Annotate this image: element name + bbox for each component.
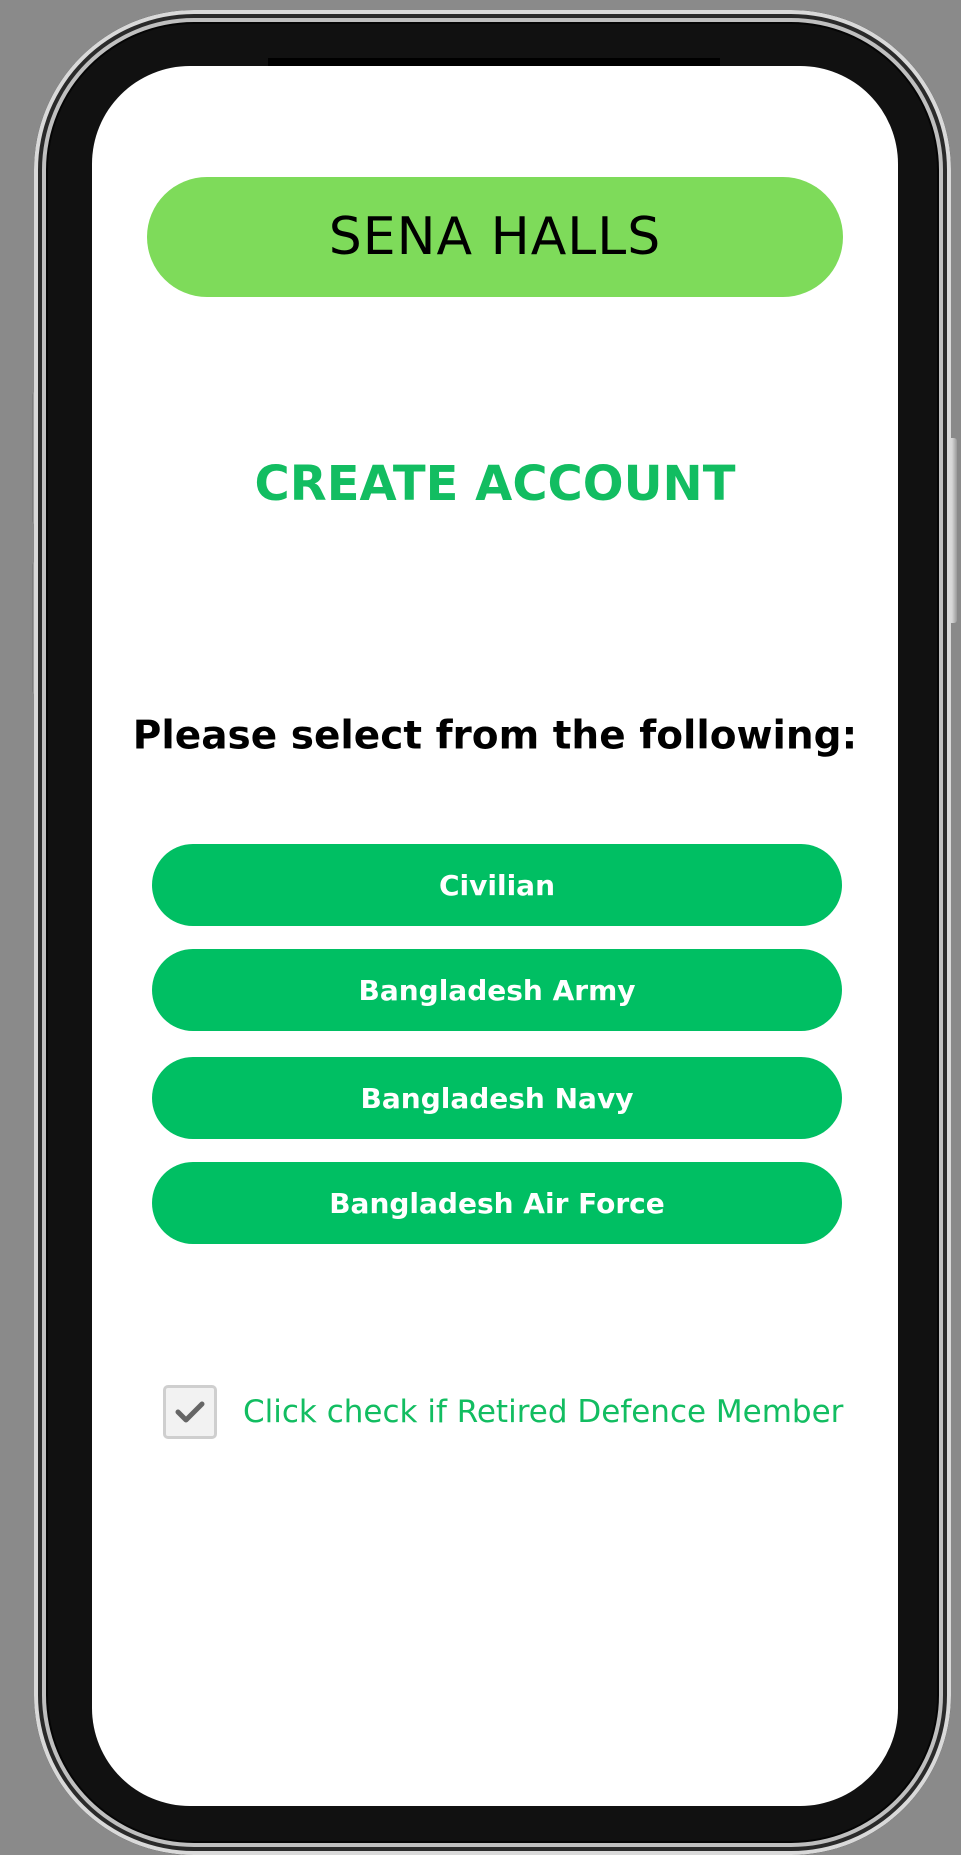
page-title: CREATE ACCOUNT xyxy=(254,456,736,512)
brand-title: SENA HALLS xyxy=(328,207,662,267)
device-stage: SENA HALLS CREATE ACCOUNT Please select … xyxy=(0,0,961,1855)
retired-member-label: Click check if Retired Defence Member xyxy=(243,1394,844,1430)
check-icon xyxy=(175,1401,205,1423)
retired-member-row: Click check if Retired Defence Member xyxy=(163,1385,843,1439)
selection-prompt: Please select from the following: xyxy=(132,713,858,759)
brand-header: SENA HALLS xyxy=(147,177,843,297)
civilian-button[interactable]: Civilian xyxy=(152,844,842,926)
retired-member-checkbox[interactable] xyxy=(163,1385,217,1439)
bangladesh-army-button[interactable]: Bangladesh Army xyxy=(152,949,842,1031)
bangladesh-air-force-button[interactable]: Bangladesh Air Force xyxy=(152,1162,842,1244)
bangladesh-navy-button[interactable]: Bangladesh Navy xyxy=(152,1057,842,1139)
app-screen: SENA HALLS CREATE ACCOUNT Please select … xyxy=(92,66,898,1806)
